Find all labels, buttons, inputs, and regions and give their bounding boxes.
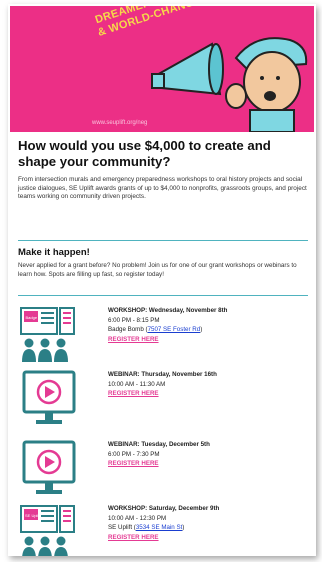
event-item: WEBINAR: Tuesday, December 5th 6:00 PM -… — [18, 440, 310, 500]
hero-url: www.seuplift.org/neg — [92, 120, 148, 126]
event-title: WEBINAR: Thursday, November 16th — [108, 371, 217, 378]
event-time: 10:00 AM - 12:30 PM — [108, 514, 167, 522]
webinar-icon — [22, 440, 76, 494]
page-headline: How would you use $4,000 to create and s… — [18, 138, 271, 169]
event-location-prefix: Badge Bomb ( — [108, 326, 148, 334]
event-location-link[interactable]: 3534 SE Main St — [136, 524, 182, 531]
register-link[interactable]: REGISTER HERE — [108, 389, 217, 399]
event-title: WORKSHOP: Wednesday, November 8th — [108, 307, 228, 314]
event-time: 6:00 PM - 8:15 PM — [108, 316, 160, 324]
event-info: WORKSHOP: Wednesday, November 8th 6:00 P… — [108, 306, 227, 344]
hero-banner: CALLING ALL DREAMERS, MAKERS, & WORLD-CH… — [10, 6, 314, 132]
register-link[interactable]: REGISTER HERE — [108, 459, 210, 469]
event-location-link[interactable]: 7507 SE Foster Rd — [148, 326, 201, 333]
make-it-happen-heading: Make it happen! — [18, 247, 90, 258]
event-info: WEBINAR: Tuesday, December 5th 6:00 PM -… — [108, 440, 210, 469]
event-item: SE Uplift WORKSHOP: Saturday, December 9… — [18, 504, 310, 556]
section-divider — [18, 295, 308, 296]
event-info: WORKSHOP: Saturday, December 9th 10:00 A… — [108, 504, 219, 542]
event-item: WEBINAR: Thursday, November 16th 10:00 A… — [18, 370, 310, 430]
event-location: Badge Bomb (7507 SE Foster Rd) — [108, 325, 227, 335]
email-sheet: CALLING ALL DREAMERS, MAKERS, & WORLD-CH… — [8, 4, 316, 556]
register-link[interactable]: REGISTER HERE — [108, 335, 227, 345]
event-title: WORKSHOP: Saturday, December 9th — [108, 505, 220, 512]
event-location: SE Uplift (3534 SE Main St) — [108, 523, 219, 533]
make-it-happen-text: Never applied for a grant before? No pro… — [18, 262, 297, 278]
intro-text: From intersection murals and emergency p… — [18, 176, 307, 201]
register-link[interactable]: REGISTER HERE — [108, 533, 219, 543]
event-title: WEBINAR: Tuesday, December 5th — [108, 441, 210, 448]
event-location-prefix: SE Uplift ( — [108, 524, 136, 532]
webinar-icon — [22, 370, 76, 424]
event-info: WEBINAR: Thursday, November 16th 10:00 A… — [108, 370, 217, 399]
workshop-icon: Badge Bomb — [20, 307, 75, 362]
person-illustration-icon — [225, 37, 308, 132]
event-location-suffix: ) — [200, 326, 203, 334]
workshop-icon-label: SE Uplift — [25, 513, 41, 518]
workshop-icon: SE Uplift — [20, 505, 75, 556]
event-location-suffix: ) — [182, 524, 185, 532]
event-time: 10:00 AM - 11:30 AM — [108, 380, 166, 388]
event-time: 6:00 PM - 7:30 PM — [108, 450, 160, 458]
section-divider — [18, 240, 308, 241]
event-item: Badge Bomb WORKSHOP: Wednesday, November… — [18, 306, 310, 366]
